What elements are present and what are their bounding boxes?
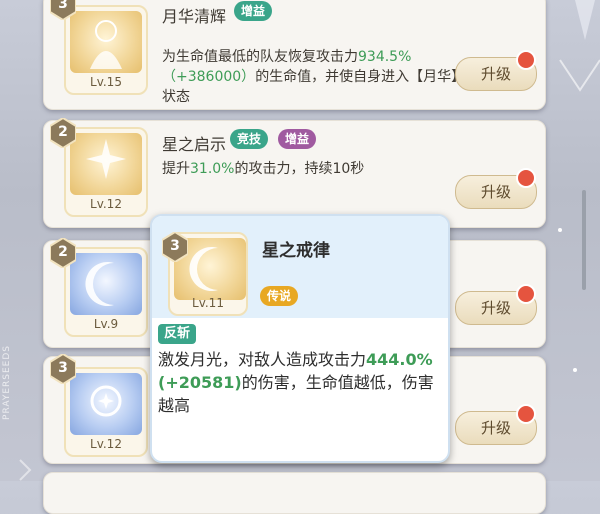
rank-badge: 3 — [49, 352, 77, 386]
upgrade-button[interactable]: 升级 — [455, 404, 537, 445]
skill-icon-frame: Lv.12 — [64, 127, 148, 217]
star-ship-icon — [70, 133, 142, 195]
skill-card[interactable]: Lv.12 2 星之启示 竞技 增益 提升31.0%的攻击力，持续10秒 升级 — [43, 116, 546, 228]
skill-icon-frame: Lv.12 — [64, 367, 148, 457]
skill-level: Lv.12 — [90, 197, 122, 211]
popup-skill-level: Lv.11 — [192, 296, 224, 310]
skill-description: 提升31.0%的攻击力，持续10秒 — [162, 161, 365, 177]
upgrade-button[interactable]: 升级 — [455, 168, 537, 209]
skill-icon-frame: Lv.9 — [64, 247, 148, 337]
rank-badge: 3 — [49, 0, 77, 22]
bell-icon — [516, 404, 536, 424]
skill-title: 星之启示 — [162, 135, 227, 154]
rank-badge: 2 — [49, 116, 77, 150]
upgrade-button[interactable]: 升级 — [455, 284, 537, 325]
rank-badge: 3 — [161, 230, 189, 264]
skill-card-partial[interactable] — [43, 472, 546, 514]
praying-goddess-icon — [70, 11, 142, 73]
rank-badge: 2 — [49, 236, 77, 270]
upgrade-button[interactable]: 升级 — [455, 50, 537, 91]
popup-description: 激发月光，对敌人造成攻击力444.0%(+20581)的伤害，生命值越低，伤害越… — [158, 350, 434, 415]
skill-level: Lv.12 — [90, 437, 122, 451]
skill-description: 为生命值最低的队友恢复攻击力934.5%（+386000）的生命值，并使自身进入… — [162, 49, 459, 105]
skill-level: Lv.15 — [90, 75, 122, 89]
skill-tag: 增益 — [278, 129, 317, 149]
skill-title: 月华清辉 — [162, 7, 227, 26]
skill-tag: 增益 — [234, 1, 273, 21]
skill-level: Lv.9 — [93, 317, 119, 331]
skill-card[interactable]: Lv.15 3 月华清辉 增益 为生命值最低的队友恢复攻击力934.5%（+38… — [43, 0, 546, 110]
skill-icon-frame: Lv.15 — [64, 5, 148, 95]
skill-tag: 竞技 — [230, 129, 269, 149]
side-label: PRAYERSEEDS — [2, 345, 12, 420]
bell-icon — [516, 284, 536, 304]
crescent-moon-icon — [70, 253, 142, 315]
scrollbar[interactable] — [582, 190, 586, 290]
moon-star-icon — [70, 373, 142, 435]
skill-detail-popup[interactable]: Lv.11 3 星之戒律 传说 反斩 激发月光，对敌人造成攻击力444.0%(+… — [150, 214, 450, 463]
popup-title: 星之戒律 — [262, 241, 330, 261]
rarity-tag: 传说 — [260, 286, 299, 306]
bell-icon — [516, 50, 536, 70]
type-tag: 反斩 — [158, 324, 197, 344]
bell-icon — [516, 168, 536, 188]
